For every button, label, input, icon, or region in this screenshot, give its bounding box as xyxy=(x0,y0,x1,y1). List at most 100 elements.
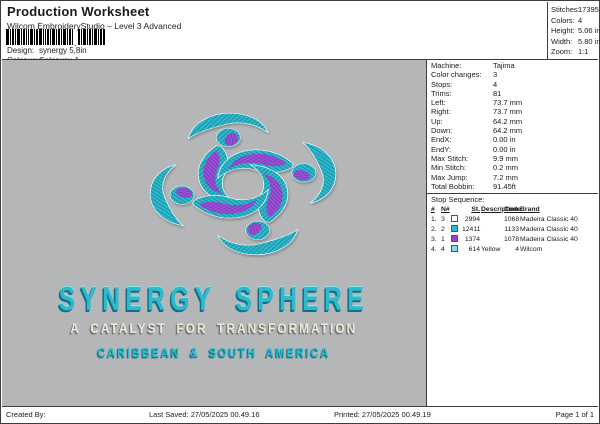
seq-stitches: 1374 xyxy=(462,235,480,245)
stat-value: 1:1 xyxy=(578,47,588,56)
col-code: Code xyxy=(504,205,519,215)
seq-brand: Madeira Classic 40 xyxy=(520,235,598,245)
seq-brand: Madeira Classic 40 xyxy=(520,215,598,225)
stop-sequence-section: Stop Sequence: # N# St. Description Code… xyxy=(427,193,598,256)
svg-text:,: , xyxy=(74,38,77,46)
machine-setting-row: Stops:4 xyxy=(431,80,598,89)
stat-row: Stitches:17395 xyxy=(551,5,598,16)
machine-setting-row: Total Bobbin:91.45ft xyxy=(431,182,598,191)
setting-label: Color changes: xyxy=(431,70,493,79)
machine-setting-row: Max Jump:7.2 mm xyxy=(431,173,598,182)
setting-value: 91.45ft xyxy=(493,182,516,191)
page-title: Production Worksheet xyxy=(7,4,149,19)
seq-stitches: 12411 xyxy=(462,225,480,235)
design-stats-box: Stitches:17395 Colors:4 Height:5.06 in W… xyxy=(547,2,598,59)
seq-num: 4. xyxy=(431,245,440,255)
thread-color-swatch xyxy=(451,235,461,245)
stop-sequence-title: Stop Sequence: xyxy=(431,195,598,205)
setting-value: 64.2 mm xyxy=(493,126,522,135)
setting-value: 7.2 mm xyxy=(493,173,518,182)
setting-label: Right: xyxy=(431,107,493,116)
machine-setting-row: Machine:Tajima xyxy=(431,61,598,70)
seq-description: Yellow xyxy=(481,245,503,255)
embroidered-region: CARIBBEAN & SOUTH AMERICA xyxy=(2,346,426,359)
stat-row: Width:5.80 in xyxy=(551,37,598,48)
setting-label: EndX: xyxy=(431,135,493,144)
machine-setting-row: Left:73.7 mm xyxy=(431,98,598,107)
col-description: Description xyxy=(481,205,503,215)
setting-value: 73.7 mm xyxy=(493,107,522,116)
thread-color-swatch xyxy=(451,245,461,255)
printed-timestamp: Printed: 27/05/2025 00.49.19 xyxy=(334,410,431,419)
machine-setting-row: Up:64.2 mm xyxy=(431,117,598,126)
seq-code: 1068 xyxy=(504,215,519,225)
worksheet-page: Production Worksheet Wilcom EmbroiderySt… xyxy=(0,0,600,424)
setting-label: Down: xyxy=(431,126,493,135)
seq-brand: Madeira Classic 40 xyxy=(520,225,598,235)
seq-stitches: 2994 xyxy=(462,215,480,225)
seq-code: 1133 xyxy=(504,225,519,235)
seq-num: 2. xyxy=(431,225,440,235)
machine-setting-row: Max Stitch:9.9 mm xyxy=(431,154,598,163)
stop-sequence-header-row: # N# St. Description Code Brand xyxy=(431,205,598,215)
setting-label: Machine: xyxy=(431,61,493,70)
created-by-label: Created By: xyxy=(6,410,46,419)
setting-label: Left: xyxy=(431,98,493,107)
stat-label: Zoom: xyxy=(551,47,578,58)
stat-row: Height:5.06 in xyxy=(551,26,598,37)
stat-row: Zoom:1:1 xyxy=(551,47,598,58)
design-preview-area: SYNERGY SPHERE A CATALYST FOR TRANSFORMA… xyxy=(2,60,426,406)
setting-label: Max Jump: xyxy=(431,173,493,182)
design-label: Design: xyxy=(7,46,39,55)
worksheet-header: Production Worksheet Wilcom EmbroiderySt… xyxy=(2,2,598,60)
seq-code: 1078 xyxy=(504,235,519,245)
setting-value: 73.7 mm xyxy=(493,98,522,107)
machine-info-panel: Machine:Tajima Color changes:3 Stops:4 T… xyxy=(426,60,598,406)
machine-setting-row: EndY:0.00 in xyxy=(431,145,598,154)
thread-color-swatch xyxy=(451,215,461,225)
setting-value: 64.2 mm xyxy=(493,117,522,126)
stat-row: Colors:4 xyxy=(551,16,598,27)
stat-value: 5.06 in xyxy=(578,26,600,35)
setting-value: 0.00 in xyxy=(493,145,516,154)
machine-setting-row: EndX:0.00 in xyxy=(431,135,598,144)
stat-value: 5.80 in xyxy=(578,37,600,46)
embroidered-title: SYNERGY SPHERE xyxy=(2,282,426,315)
setting-label: Stops: xyxy=(431,80,493,89)
seq-n: 1 xyxy=(441,235,450,245)
setting-value: 4 xyxy=(493,80,497,89)
seq-num: 3. xyxy=(431,235,440,245)
setting-value: 81 xyxy=(493,89,501,98)
setting-value: 3 xyxy=(493,70,497,79)
stat-value: 4 xyxy=(578,16,582,25)
setting-label: EndY: xyxy=(431,145,493,154)
seq-n: 2 xyxy=(441,225,450,235)
stat-value: 17395 xyxy=(578,5,599,14)
machine-setting-row: Trims:81 xyxy=(431,89,598,98)
col-st: St. xyxy=(462,205,480,215)
seq-n: 4 xyxy=(441,245,450,255)
stat-label: Width: xyxy=(551,37,578,48)
setting-label: Min Stitch: xyxy=(431,163,493,172)
page-number: Page 1 of 1 xyxy=(556,410,594,419)
col-n: N# xyxy=(441,205,450,215)
seq-stitches: 614 xyxy=(462,245,480,255)
stat-label: Colors: xyxy=(551,16,578,27)
seq-n: 3 xyxy=(441,215,450,225)
barcode-icon: , xyxy=(6,29,107,46)
seq-code: 4 xyxy=(504,245,519,255)
machine-settings-list: Machine:Tajima Color changes:3 Stops:4 T… xyxy=(427,60,598,191)
synergy-swirl-logo xyxy=(138,104,348,264)
stat-label: Height: xyxy=(551,26,578,37)
machine-setting-row: Min Stitch:0.2 mm xyxy=(431,163,598,172)
col-num: # xyxy=(431,205,440,215)
setting-label: Total Bobbin: xyxy=(431,182,493,191)
setting-value: 0.2 mm xyxy=(493,163,518,172)
stat-label: Stitches: xyxy=(551,5,578,16)
seq-num: 1. xyxy=(431,215,440,225)
design-value: synergy 5,8in xyxy=(39,46,87,55)
setting-value: 9.9 mm xyxy=(493,154,518,163)
design-name-row: Design:synergy 5,8in xyxy=(7,46,87,55)
machine-setting-row: Down:64.2 mm xyxy=(431,126,598,135)
seq-brand: Wilcom xyxy=(520,245,598,255)
